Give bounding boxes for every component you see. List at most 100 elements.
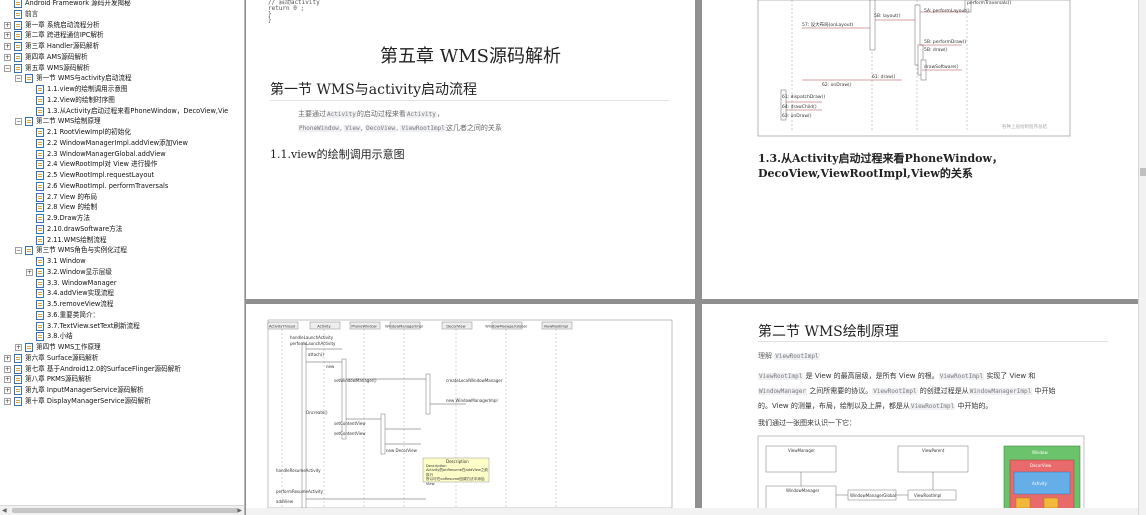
expand-icon[interactable]: +	[4, 354, 11, 362]
bookmark-page-icon	[14, 396, 22, 406]
bookmark-page-icon	[14, 31, 22, 41]
bookmark-page-icon	[25, 117, 33, 127]
tree-item-label: 第四节 WMS工作原理	[36, 343, 101, 351]
section-heading: 1.3.从Activity启动过程来看PhoneWindow，DecoView,…	[758, 152, 1003, 180]
tree-item-label: 2.2 WindowManagerImpl.addView添加View	[47, 138, 188, 147]
diagram-label: Activity	[1032, 481, 1048, 486]
diagram-label: performTraversals()	[967, 0, 1011, 6]
sequence-diagram-image: 5B: layout() 57: 设大布局(onLayout) 5A: perf…	[757, 0, 1071, 137]
diagram-label: performResumeActivity	[276, 489, 324, 494]
diagram-label: performLaunchActivity	[290, 341, 336, 346]
scrollbar-thumb[interactable]	[12, 508, 238, 513]
bookmark-page-icon	[36, 278, 44, 288]
document-page-1[interactable]: // 启动activity return 0 ; } } 第五章 WMS源码解析…	[246, 0, 695, 299]
bookmark-page-icon	[36, 235, 44, 245]
intro-line-1: 主要通过Activity的启动过程来看Activity，	[298, 110, 444, 118]
bookmark-page-icon	[36, 203, 44, 213]
tree-item-label: 第五章 WMS源码解析	[25, 63, 90, 72]
document-horizontal-scrollbar[interactable]	[246, 508, 1138, 515]
tree-item-label: 2.4 ViewRootImpl对 View 进行操作	[47, 160, 158, 169]
expand-icon[interactable]: +	[4, 43, 11, 50]
bookmark-page-icon	[36, 95, 44, 105]
divider	[758, 341, 1108, 342]
tree-item-label: 1.3.从Activity启动过程来看PhoneWindow，DecoView,…	[47, 106, 229, 115]
expand-icon[interactable]: +	[4, 387, 11, 394]
section-title: 第一节 WMS与activity启动流程	[270, 82, 477, 98]
document-page-4[interactable]: 第二节 WMS绘制原理 理解 ViewRootImpl ViewRootImpl…	[702, 304, 1138, 508]
lifeline-label: WindowManagerGlobal	[485, 325, 526, 329]
scroll-left-arrow-icon[interactable]: ◀	[2, 507, 7, 514]
document-vertical-scrollbar[interactable]	[1138, 0, 1146, 515]
tree-item-label: 3.4.addView实现流程	[47, 289, 115, 298]
diagram-label: addView	[276, 499, 294, 504]
diagram-label: ViewParent	[922, 448, 945, 453]
diagram-label: drawSoftware()	[924, 64, 959, 70]
expand-icon[interactable]: +	[4, 21, 11, 29]
expand-icon[interactable]: +	[15, 344, 22, 351]
bookmark-page-icon	[36, 257, 44, 266]
bookmark-page-icon	[25, 74, 33, 84]
bookmark-page-icon	[36, 171, 44, 180]
sidebar-horizontal-scrollbar[interactable]: ◀ ▶	[0, 505, 244, 515]
tree-item-label: 第九章 InputManagerService源码解析	[25, 386, 144, 394]
diagram-label: 57: 设大布局(onLayout)	[802, 21, 853, 28]
bookmark-page-icon	[36, 138, 44, 148]
diagram-label: attach()	[308, 352, 324, 357]
collapse-icon[interactable]: −	[15, 118, 22, 126]
tree-item-label: 2.8 View 的绘制	[47, 203, 98, 212]
tree-item-label: 3.2.Window显示层级	[47, 267, 112, 276]
collapse-icon[interactable]: −	[15, 75, 22, 83]
code-snippet: // 启动activity return 0 ; } }	[268, 0, 320, 24]
tree-item-label: 第一节 WMS与activity启动流程	[36, 74, 132, 83]
expand-icon[interactable]: +	[4, 376, 11, 384]
bookmark-page-icon	[36, 106, 44, 116]
divider	[270, 100, 670, 101]
document-page-2[interactable]: 5B: layout() 57: 设大布局(onLayout) 5A: perf…	[702, 0, 1138, 299]
scroll-right-arrow-icon[interactable]: ▶	[237, 507, 242, 514]
diagram-label: setContentView	[334, 431, 366, 436]
collapse-icon[interactable]: −	[15, 247, 22, 255]
tree-item-label: 第六章 Surface源码解析	[25, 353, 99, 362]
bookmark-page-icon	[14, 375, 22, 385]
expand-icon[interactable]: +	[4, 365, 11, 373]
bookmark-page-icon	[36, 289, 44, 299]
bookmark-page-icon	[14, 386, 22, 395]
bookmark-page-icon	[14, 42, 22, 51]
section-title: 第二节 WMS绘制原理	[758, 324, 899, 340]
expand-icon[interactable]: +	[4, 32, 11, 40]
expand-icon[interactable]: +	[4, 397, 11, 405]
diagram-label: ViewRootImpl	[914, 493, 941, 498]
diagram-label: WindowManager	[786, 488, 820, 493]
collapse-icon[interactable]: −	[4, 64, 11, 72]
bookmark-page-icon	[36, 332, 44, 342]
diagram-label: 61: dispatchDraw()	[782, 94, 825, 100]
tree-item-label: 2.7 View 的布局	[47, 192, 98, 201]
diagram-label: 62: onDraw()	[822, 82, 852, 88]
bookmark-page-icon	[36, 321, 44, 331]
intro-line-2: PhoneWindow, View, DecoView, ViewRootImp…	[298, 124, 502, 132]
tree-item-label: 3.5.removeView流程	[47, 300, 114, 308]
diagram-label: 5A: performLayout()	[924, 8, 970, 14]
subsection-title: 1.1.view的绘制调用示意图	[270, 148, 405, 161]
scrollbar-thumb[interactable]	[1140, 168, 1146, 176]
lifeline-label: ActivityThread	[269, 325, 295, 329]
tree-item-label: 第二节 WMS绘制原理	[36, 117, 101, 126]
bookmark-page-icon	[25, 246, 33, 256]
expand-icon[interactable]: +	[26, 268, 33, 276]
expand-icon[interactable]: +	[4, 53, 11, 61]
bookmark-page-icon	[14, 20, 22, 30]
bookmark-page-icon	[36, 267, 44, 277]
diagram-label: createLocalWindowManager	[446, 378, 503, 383]
diagram-label: setWindowManager()	[334, 378, 377, 383]
tree-item-label: 第十章 DisplayManagerService源码解析	[25, 396, 151, 405]
tree-item-label: 第二章 跨进程通信IPC解析	[25, 31, 104, 40]
outline-sidebar[interactable]: Android Framework 源码开发揭秘 前言 + 第一章 系统启动流程分析 +…	[0, 0, 245, 515]
diagram-label: handleLaunchActivity	[290, 335, 334, 340]
bookmark-page-icon	[36, 310, 44, 320]
bookmark-page-icon	[36, 128, 44, 137]
bookmark-page-icon	[14, 52, 22, 62]
document-page-3[interactable]: ActivityThread Activity PhoneWindow WindowM…	[246, 304, 695, 508]
tree-item-label: Android Framework 源码开发揭秘	[25, 0, 131, 7]
tree-item-label: 第三章 Handler源码解析	[25, 42, 100, 50]
diagram-label: new WindowManagerImpl	[446, 398, 498, 403]
